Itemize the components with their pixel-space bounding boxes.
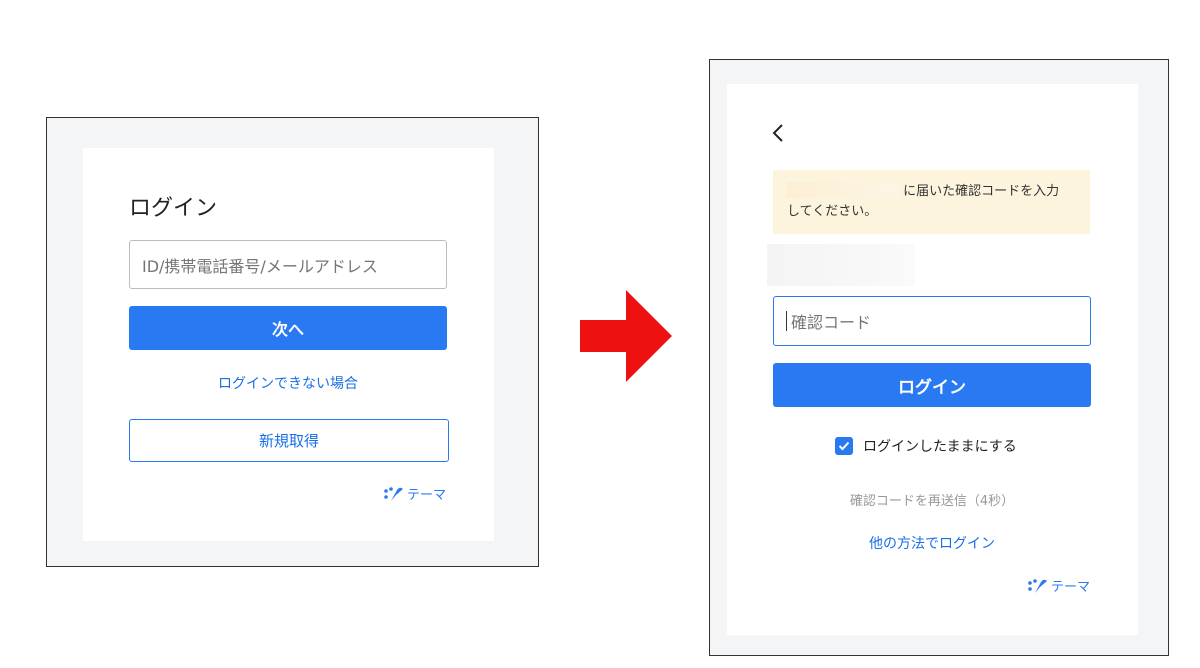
next-button[interactable]: 次へ	[129, 306, 447, 350]
brand-mark-icon	[384, 486, 403, 501]
brand-text: テーマ	[1051, 580, 1091, 595]
brand-logo: テーマ	[383, 484, 446, 503]
brand-logo: テーマ	[1027, 576, 1090, 595]
keep-logged-in-checkbox[interactable]	[835, 437, 853, 455]
verification-notice: に届いた確認コードを入力 してください。	[773, 170, 1090, 234]
other-login-method-link[interactable]: 他の方法でログイン	[773, 533, 1091, 553]
id-input-placeholder: ID/携帯電話番号/メールアドレス	[142, 256, 378, 276]
new-account-button[interactable]: 新規取得	[129, 419, 449, 462]
login-button[interactable]: ログイン	[773, 363, 1091, 407]
page-title: ログイン	[129, 196, 218, 221]
back-button[interactable]	[771, 122, 785, 149]
id-input[interactable]: ID/携帯電話番号/メールアドレス	[129, 240, 447, 289]
arrow-right-icon	[580, 290, 672, 382]
login-card: ログイン ID/携帯電話番号/メールアドレス 次へ ログインできない場合 新規取…	[83, 148, 494, 541]
verification-code-input[interactable]: 確認コード	[773, 296, 1091, 346]
keep-logged-in-option[interactable]: ログインしたままにする	[835, 436, 1017, 456]
login-step2-window: に届いた確認コードを入力 してください。 確認コード ログイン ログインしたまま…	[709, 59, 1169, 656]
checkmark-icon	[838, 441, 850, 451]
masked-phone-number	[787, 182, 899, 198]
verify-card: に届いた確認コードを入力 してください。 確認コード ログイン ログインしたまま…	[727, 84, 1138, 635]
code-input-placeholder: 確認コード	[791, 313, 872, 332]
chevron-left-icon	[772, 124, 783, 142]
keep-logged-in-label: ログインしたままにする	[863, 439, 1017, 455]
notice-text-1: に届いた確認コードを入力	[903, 184, 1060, 199]
cannot-login-link[interactable]: ログインできない場合	[129, 373, 447, 393]
masked-content	[767, 244, 915, 286]
resend-code-text: 確認コードを再送信（4秒）	[849, 494, 1015, 509]
brand-text: テーマ	[407, 488, 447, 503]
text-caret	[786, 311, 787, 331]
notice-text-2: してください。	[787, 204, 878, 219]
login-step1-window: ログイン ID/携帯電話番号/メールアドレス 次へ ログインできない場合 新規取…	[46, 117, 539, 567]
brand-mark-icon	[1028, 578, 1047, 593]
